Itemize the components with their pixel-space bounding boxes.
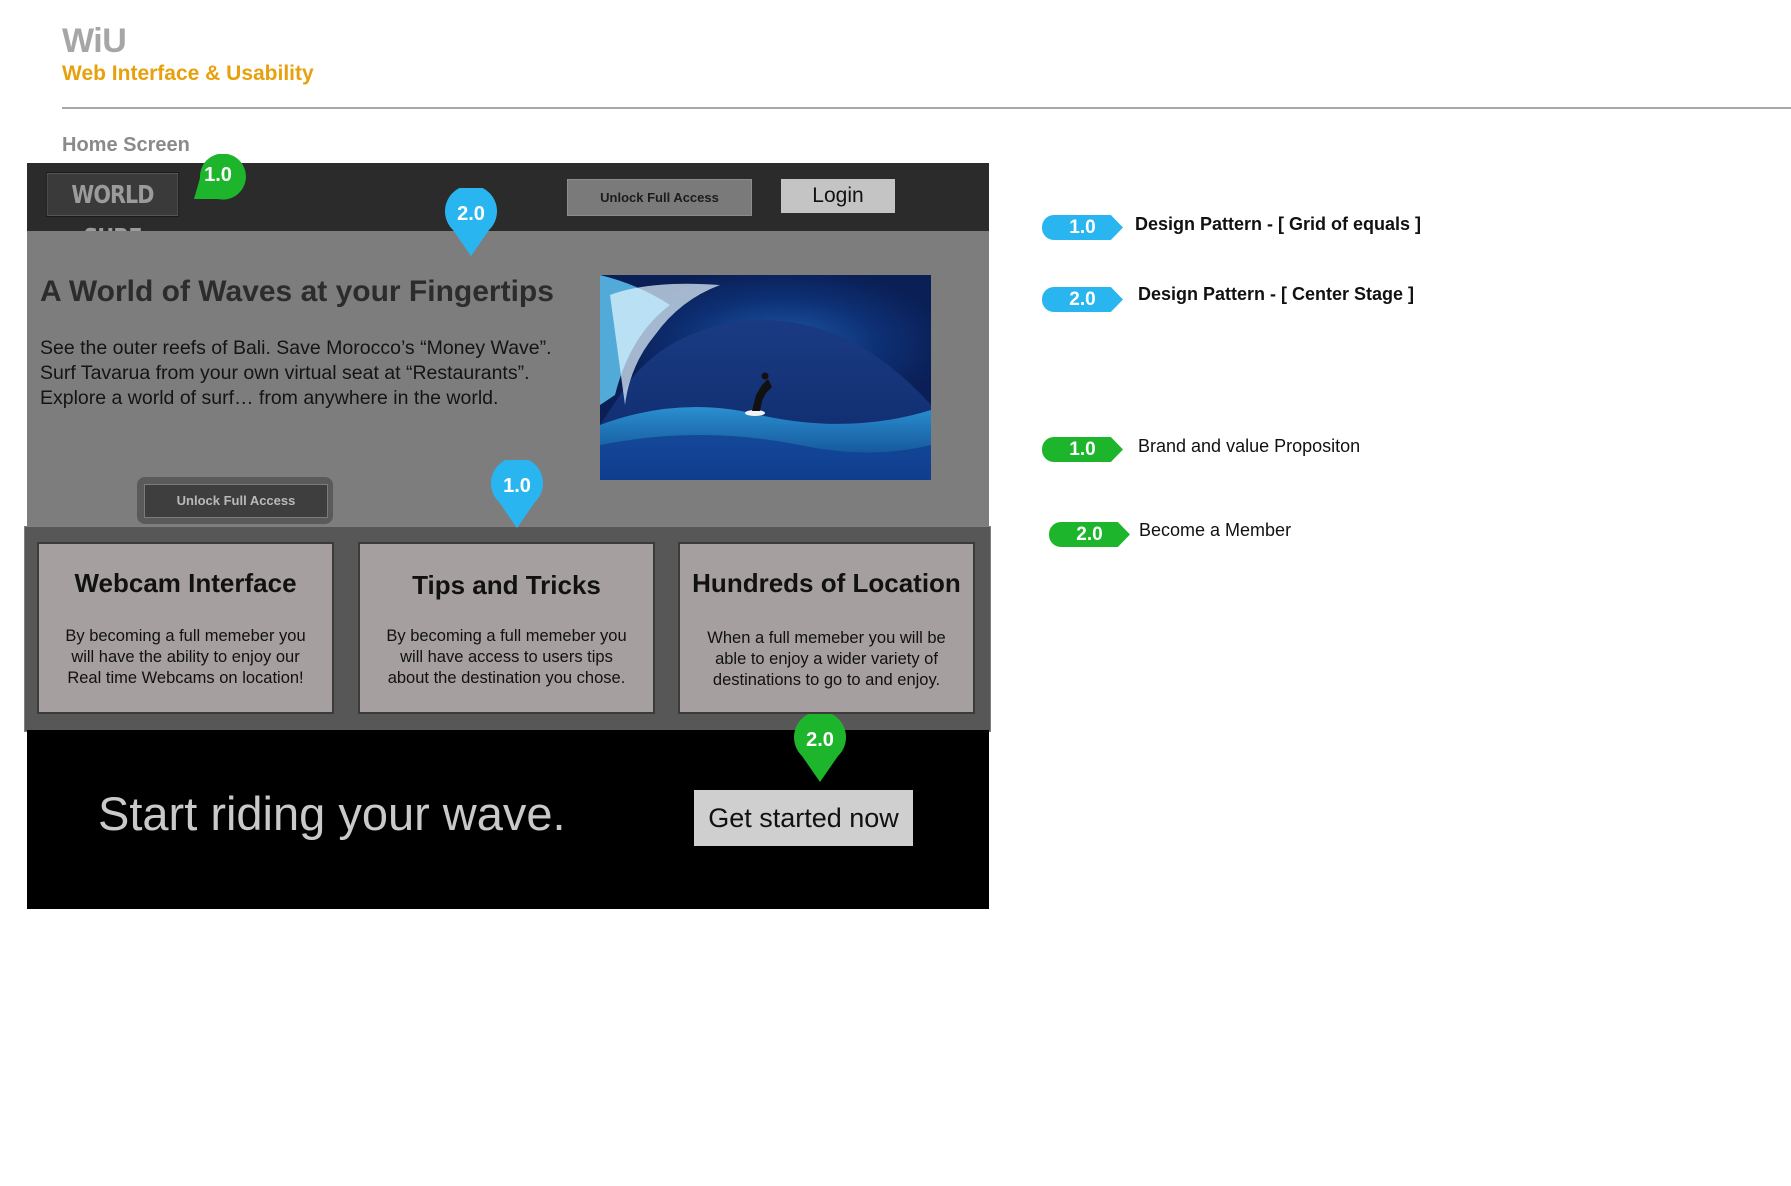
cta-text: Start riding your wave.: [98, 787, 566, 840]
pin-label: 2.0: [457, 203, 485, 225]
get-started-button[interactable]: Get started now: [694, 790, 913, 846]
legend-tag-blue-2: 2.0: [1042, 287, 1123, 312]
card-body: When a full memeber you will be able to …: [707, 629, 946, 689]
hero-body-line: See the outer reefs of Bali. Save Morocc…: [40, 337, 552, 359]
hero-body: See the outer reefs of Bali. Save Morocc…: [40, 336, 580, 411]
world-surf-logo[interactable]: WORLD SURF: [45, 172, 180, 252]
legend-text-grid-of-equals: Design Pattern - [ Grid of equals ]: [1135, 214, 1422, 234]
surf-wave-image: [600, 275, 931, 480]
cta-annotation-pin: 2.0: [794, 711, 846, 784]
card-title: Hundreds of Location: [692, 568, 961, 598]
hero-headline: A World of Waves at your Fingertips: [40, 275, 554, 308]
section-label: Home Screen: [62, 134, 190, 156]
hero-body-line: Explore a world of surf… from anywhere i…: [40, 387, 499, 409]
hero-unlock-full-access-button[interactable]: Unlock Full Access: [144, 484, 328, 518]
grid-annotation-pin: 1.0: [491, 457, 543, 530]
legend-tag-blue-1: 1.0: [1042, 215, 1123, 240]
legend-tag-green-1: 1.0: [1042, 437, 1123, 462]
card-body: By becoming a full memeber you will have…: [386, 627, 627, 687]
app-subtitle: Web Interface & Usability: [62, 62, 314, 85]
card-body: By becoming a full memeber you will have…: [65, 627, 306, 687]
app-title: WiU: [62, 22, 127, 60]
feature-card-tips[interactable]: Tips and Tricks By becoming a full memeb…: [358, 542, 655, 714]
legend-text-brand-value: Brand and value Propositon: [1138, 436, 1361, 456]
pin-label: 1.0: [204, 164, 232, 186]
header-divider: [62, 107, 1791, 109]
pin-label: 2.0: [806, 729, 834, 751]
logo-annotation-pin: 1.0: [186, 153, 246, 200]
legend-tag-green-2: 2.0: [1049, 522, 1130, 547]
feature-card-webcam[interactable]: Webcam Interface By becoming a full meme…: [37, 542, 334, 714]
unlock-full-access-button[interactable]: Unlock Full Access: [567, 179, 752, 216]
pin-label: 1.0: [503, 475, 531, 497]
card-title: Tips and Tricks: [412, 570, 601, 600]
legend-text-center-stage: Design Pattern - [ Center Stage ]: [1138, 284, 1415, 304]
hero-annotation-pin: 2.0: [445, 185, 497, 258]
hero-body-line: Surf Tavarua from your own virtual seat …: [40, 362, 530, 384]
legend-text-become-member: Become a Member: [1139, 520, 1292, 540]
login-button[interactable]: Login: [781, 179, 895, 213]
card-title: Webcam Interface: [74, 568, 297, 598]
feature-card-locations[interactable]: Hundreds of Location When a full memeber…: [678, 542, 975, 714]
